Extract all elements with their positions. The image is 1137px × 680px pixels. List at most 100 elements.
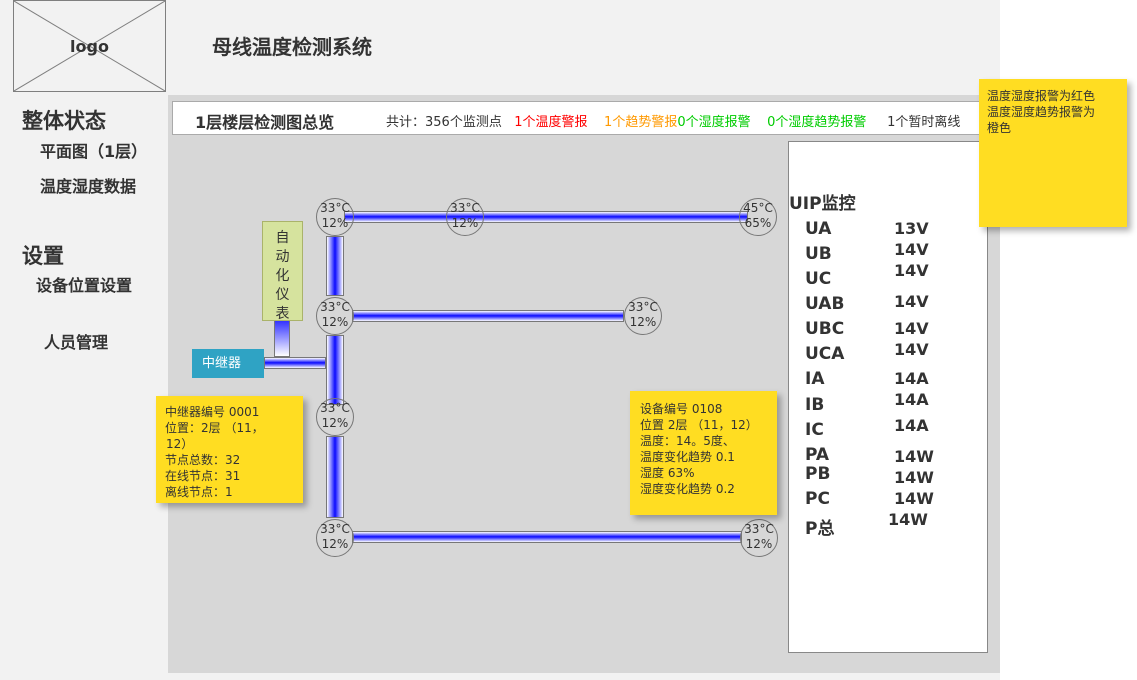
uip-label: UB: [805, 244, 832, 264]
sidebar-item-floor-plan[interactable]: 平面图（1层）: [40, 138, 147, 162]
sensor-node-warning[interactable]: 33°C 12%: [624, 297, 662, 335]
sidebar-heading-status: 整体状态: [22, 109, 106, 133]
automation-meter[interactable]: 自动化仪表: [262, 221, 303, 322]
node-temp: 45°C: [743, 201, 773, 215]
sidebar-item-personnel[interactable]: 人员管理: [44, 329, 108, 353]
header: logo 母线温度检测系统: [0, 0, 1000, 93]
uip-label: PC: [805, 489, 830, 509]
offline-count[interactable]: 1个暂时离线: [887, 115, 960, 130]
sensor-node[interactable]: 33°C 12%: [316, 519, 354, 557]
node-humidity: 65%: [744, 216, 772, 230]
temp-alarm-count[interactable]: 1个温度警报: [514, 115, 587, 130]
humidity-trend-alarm-count[interactable]: 0个湿度趋势报警: [767, 115, 866, 130]
sensor-node[interactable]: 33°C 12%: [316, 297, 354, 335]
uip-value: 14W: [888, 510, 928, 529]
sensor-node[interactable]: 33°C 12%: [316, 398, 354, 436]
uip-value: 13V: [894, 219, 929, 238]
node-temp: 33°C: [450, 201, 480, 215]
uip-label: UAB: [805, 294, 845, 314]
uip-label: UCA: [805, 344, 845, 364]
uip-label: IA: [805, 369, 825, 389]
busbar-pipe: [352, 310, 624, 322]
uip-label: P总: [805, 519, 835, 539]
busbar-pipe: [326, 436, 344, 518]
device-position: 位置 2层 （11，12）: [640, 418, 758, 432]
device-temperature: 温度：14。5度、: [640, 434, 735, 448]
device-id: 设备编号 0108: [640, 402, 723, 416]
uip-value: 14V: [894, 292, 929, 311]
node-temp: 33°C: [744, 522, 774, 536]
uip-label: PA: [805, 445, 830, 465]
legend-line: 温度湿度趋势报警为: [987, 105, 1096, 119]
trend-alarm-count[interactable]: 1个趋势警报: [604, 115, 677, 130]
repeater-info-note: 中继器编号 0001 位置：2层 （11， 12） 节点总数：32 在线节点：3…: [156, 396, 303, 503]
total-points: 共计：356个监测点: [386, 115, 502, 130]
sidebar: 整体状态 平面图（1层） 温度湿度数据 设置 设备位置设置 人员管理: [13, 95, 166, 673]
uip-value: 14V: [894, 340, 929, 359]
node-humidity: 12%: [321, 315, 349, 329]
summary-bar: 1层楼层检测图总览 共计：356个监测点 1个温度警报 1个趋势警报0个湿度报警…: [172, 101, 980, 135]
alarm-color-legend-note: 温度湿度报警为红色 温度湿度趋势报警为 橙色: [979, 79, 1127, 227]
uip-label: IB: [805, 395, 825, 415]
logo-text: logo: [70, 37, 109, 56]
humidity-alarm-count[interactable]: 0个湿度报警: [677, 115, 750, 130]
node-humidity: 12%: [745, 537, 773, 551]
uip-label: UC: [805, 269, 832, 289]
repeater-offline-nodes: 离线节点：1: [165, 485, 233, 499]
automation-meter-label: 自动化仪表: [275, 230, 290, 322]
node-temp: 33°C: [320, 522, 350, 536]
summary-stats: 共计：356个监测点 1个温度警报 1个趋势警报0个湿度报警 0个湿度趋势报警 …: [386, 111, 960, 130]
node-temp: 33°C: [320, 300, 350, 314]
app-title: 母线温度检测系统: [212, 35, 372, 59]
uip-value: 14W: [894, 468, 934, 487]
uip-value: 14A: [894, 390, 929, 409]
sidebar-item-temp-data[interactable]: 温度湿度数据: [40, 173, 136, 197]
node-humidity: 12%: [451, 216, 479, 230]
uip-label: IC: [805, 420, 824, 440]
uip-monitor-panel: UIP监控 UA 13V UB 14V UC 14V UAB 14V UBC 1…: [788, 141, 988, 653]
node-humidity: 12%: [629, 315, 657, 329]
busbar-pipe: [264, 357, 326, 369]
uip-label: PB: [805, 464, 831, 484]
logo: logo: [13, 0, 166, 92]
node-temp: 33°C: [628, 300, 658, 314]
device-info-note: 设备编号 0108 位置 2层 （11，12） 温度：14。5度、 温度变化趋势…: [630, 391, 777, 515]
node-humidity: 12%: [321, 416, 349, 430]
repeater-node-total: 节点总数：32: [165, 453, 241, 467]
legend-line: 温度湿度报警为红色: [987, 89, 1096, 103]
node-humidity: 12%: [321, 216, 349, 230]
legend-line: 橙色: [987, 121, 1012, 135]
sidebar-item-device-position[interactable]: 设备位置设置: [36, 272, 132, 296]
uip-value: 14V: [894, 261, 929, 280]
busbar-pipe: [326, 335, 344, 405]
sidebar-heading-settings: 设置: [22, 244, 64, 268]
sensor-node-alarm[interactable]: 45°C 65%: [739, 198, 777, 236]
uip-value: 14V: [894, 319, 929, 338]
busbar-pipe: [352, 531, 742, 543]
uip-label: UBC: [805, 319, 845, 339]
uip-value: 14A: [894, 369, 929, 388]
repeater[interactable]: 中继器: [192, 349, 264, 378]
uip-value: 14A: [894, 416, 929, 435]
node-temp: 33°C: [320, 401, 350, 415]
sensor-node[interactable]: 33°C 12%: [446, 198, 484, 236]
repeater-position-cont: 12）: [166, 437, 194, 451]
busbar-pipe: [326, 236, 344, 296]
uip-title: UIP监控: [789, 194, 856, 214]
repeater-id: 中继器编号 0001: [165, 405, 260, 419]
device-humidity: 湿度 63%: [640, 466, 695, 480]
repeater-position: 位置：2层 （11，: [165, 421, 264, 435]
uip-value: 14W: [894, 447, 934, 466]
node-humidity: 12%: [321, 537, 349, 551]
uip-value: 14W: [894, 489, 934, 508]
busbar-pipe: [344, 211, 748, 223]
uip-label: UA: [805, 219, 832, 239]
uip-value: 14V: [894, 240, 929, 259]
node-temp: 33°C: [320, 201, 350, 215]
summary-title: 1层楼层检测图总览: [195, 113, 335, 132]
device-humidity-trend: 湿度变化趋势 0.2: [640, 482, 735, 496]
repeater-online-nodes: 在线节点：31: [165, 469, 241, 483]
sensor-node[interactable]: 33°C 12%: [316, 198, 354, 236]
sensor-node[interactable]: 33°C 12%: [740, 519, 778, 557]
device-temp-trend: 温度变化趋势 0.1: [640, 450, 735, 464]
